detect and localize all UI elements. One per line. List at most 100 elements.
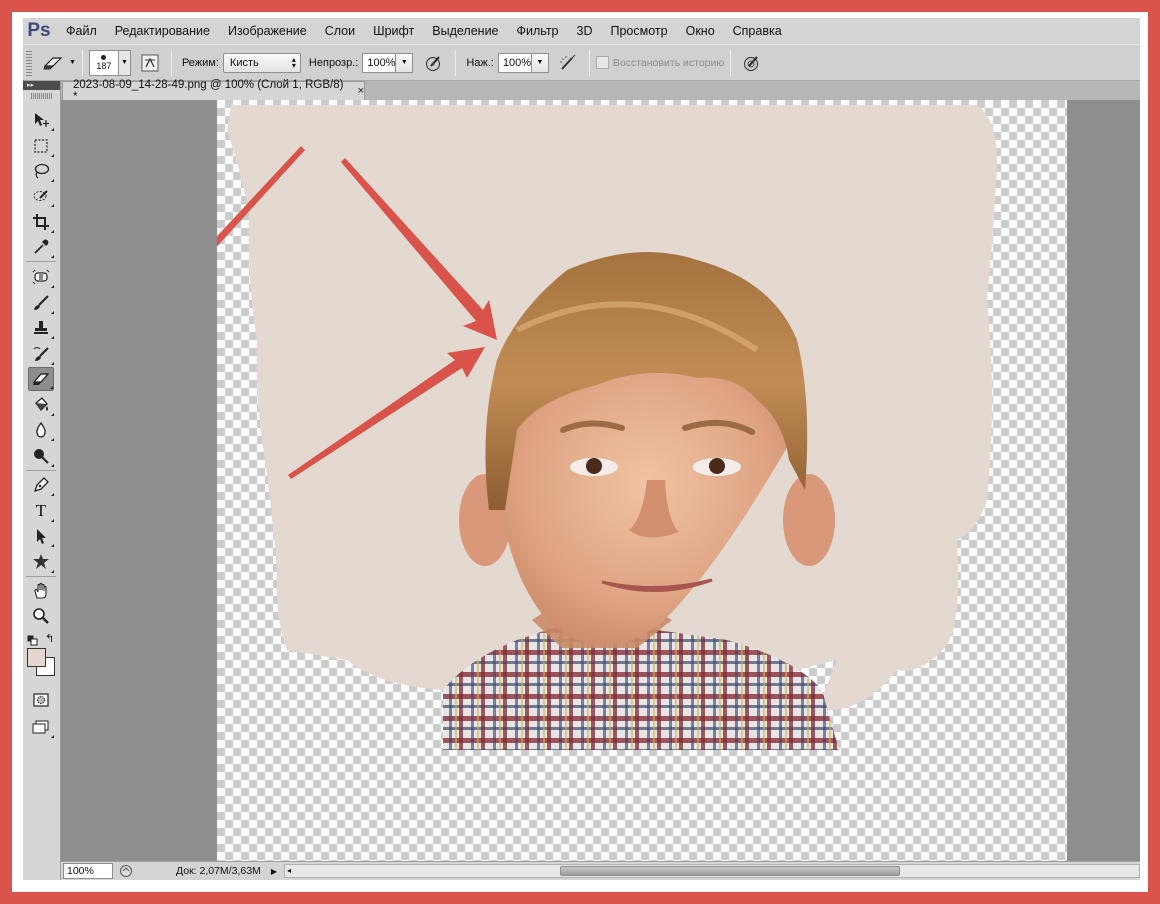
path-selection-tool[interactable] [28,524,54,548]
scroll-left-icon[interactable]: ◂ [287,865,291,877]
default-colors-button[interactable] [27,635,38,646]
opacity-input[interactable]: 100% [362,52,397,73]
restore-history-label[interactable]: Восстановить историю [613,57,724,69]
tool-preset-picker[interactable]: ▼ [38,52,76,74]
status-info-icon[interactable] [118,863,134,879]
app-logo: Ps [27,20,51,41]
eraser-icon [32,373,50,385]
history-brush-icon [33,347,49,361]
document-size: Док: 2,07M/3,63M [176,865,261,877]
crop-tool[interactable] [28,210,54,234]
horizontal-scroll-thumb[interactable] [560,866,900,876]
flow-slider-button[interactable]: ▼ [531,52,549,73]
left-eye [586,458,602,474]
brush-dropdown-button[interactable]: ▼ [118,49,131,76]
image-canvas[interactable] [217,100,1067,861]
lasso-tool[interactable] [28,159,54,183]
blur-tool[interactable] [28,418,54,442]
pen-tool[interactable] [28,473,54,497]
blur-icon [36,421,46,438]
horizontal-scrollbar[interactable]: ◂ [284,864,1140,878]
tools-panel-collapse[interactable]: ▸▸ [23,81,60,90]
document-tab-bar: 2023-08-09_14-28-49.png @ 100% (Слой 1, … [61,79,1140,103]
eraser-icon [42,52,64,74]
chevron-down-icon: ▼ [69,59,76,66]
foreground-color-swatch[interactable] [27,648,46,667]
dodge-tool[interactable] [28,444,54,468]
custom-shape-icon [33,554,49,569]
status-menu-arrow-icon[interactable]: ▶ [268,863,280,879]
close-icon[interactable]: × [358,85,364,97]
spot-healing-tool[interactable] [28,265,54,289]
screen-mode-icon [32,720,49,734]
zoom-level-value: 100% [67,865,94,877]
pen-icon [33,477,49,493]
move-tool[interactable] [28,108,54,132]
tablet-pressure-opacity-button[interactable] [423,52,445,74]
move-icon [35,113,49,127]
separator [170,49,172,76]
hand-icon [34,582,47,599]
menu-filter[interactable]: Фильтр [508,18,568,44]
eraser-tool[interactable] [28,367,54,391]
paint-bucket-icon [35,397,48,412]
paint-bucket-tool[interactable] [28,393,54,417]
brush-icon [34,295,49,310]
menu-edit[interactable]: Редактирование [106,18,219,44]
quick-mask-icon [33,693,49,707]
mode-label: Режим: [181,56,219,69]
hand-tool[interactable] [28,579,54,603]
flow-value: 100% [502,56,532,69]
quick-mask-button[interactable] [28,688,54,712]
brush-preview[interactable]: 187 [88,49,119,76]
mode-select[interactable]: Кисть ▴ ▾ [222,52,301,73]
mode-value: Кисть [229,56,259,69]
stamp-icon [34,321,48,334]
opacity-label: Непрозр.: [308,56,359,69]
layer-image [217,105,998,750]
flow-control: 100% ▼ [497,52,549,73]
brush-panel-toggle[interactable] [139,52,161,74]
brush-size-value: 187 [96,60,112,71]
history-brush-tool[interactable] [28,342,54,366]
zoom-level-input[interactable]: 100% [63,863,113,879]
menu-view[interactable]: Просмотр [602,18,677,44]
opacity-control: 100% ▼ [362,52,414,73]
quick-selection-tool[interactable] [28,184,54,208]
menu-help[interactable]: Справка [724,18,791,44]
type-tool[interactable]: T [28,499,54,523]
document-workspace [61,100,1140,861]
brush-size-picker[interactable]: 187 ▼ [88,49,131,76]
menu-type[interactable]: Шрифт [364,18,423,44]
tools-panel-grip[interactable] [31,93,52,99]
restore-history-checkbox[interactable] [595,56,609,69]
options-bar-grip[interactable] [26,49,32,76]
flow-input[interactable]: 100% [497,52,532,73]
updown-arrow-icon: ▴ ▾ [291,54,296,70]
swap-colors-button[interactable]: ↰ [45,634,57,646]
menu-file[interactable]: Файл [57,18,106,44]
marquee-tool[interactable] [28,134,54,158]
menu-image[interactable]: Изображение [219,18,316,44]
airbrush-toggle[interactable] [557,52,579,74]
menu-window[interactable]: Окно [677,18,724,44]
flow-label: Наж.: [466,56,494,69]
brush-tool[interactable] [28,291,54,315]
clone-stamp-tool[interactable] [28,316,54,340]
status-bar: 100% Док: 2,07M/3,63M ▶ ◂ [61,861,1140,880]
tablet-pressure-size-button[interactable] [741,52,763,74]
zoom-tool[interactable] [28,604,54,628]
custom-shape-tool[interactable] [28,550,54,574]
eyedropper-tool[interactable] [28,235,54,259]
airbrush-icon [560,54,576,70]
document-tab[interactable]: 2023-08-09_14-28-49.png @ 100% (Слой 1, … [62,79,365,103]
options-bar: ▼ 187 ▼ Режим: Кисть ▴ ▾ Непрозр.: 100% ▼… [23,44,1140,81]
default-colors-icon [27,635,38,646]
menu-layers[interactable]: Слои [316,18,364,44]
opacity-slider-button[interactable]: ▼ [396,52,414,73]
screen-mode-button[interactable] [28,715,54,739]
menu-select[interactable]: Выделение [423,18,507,44]
tools-panel: ▸▸ T ↰ [23,81,61,880]
menu-3d[interactable]: 3D [568,18,602,44]
crop-icon [33,214,49,230]
